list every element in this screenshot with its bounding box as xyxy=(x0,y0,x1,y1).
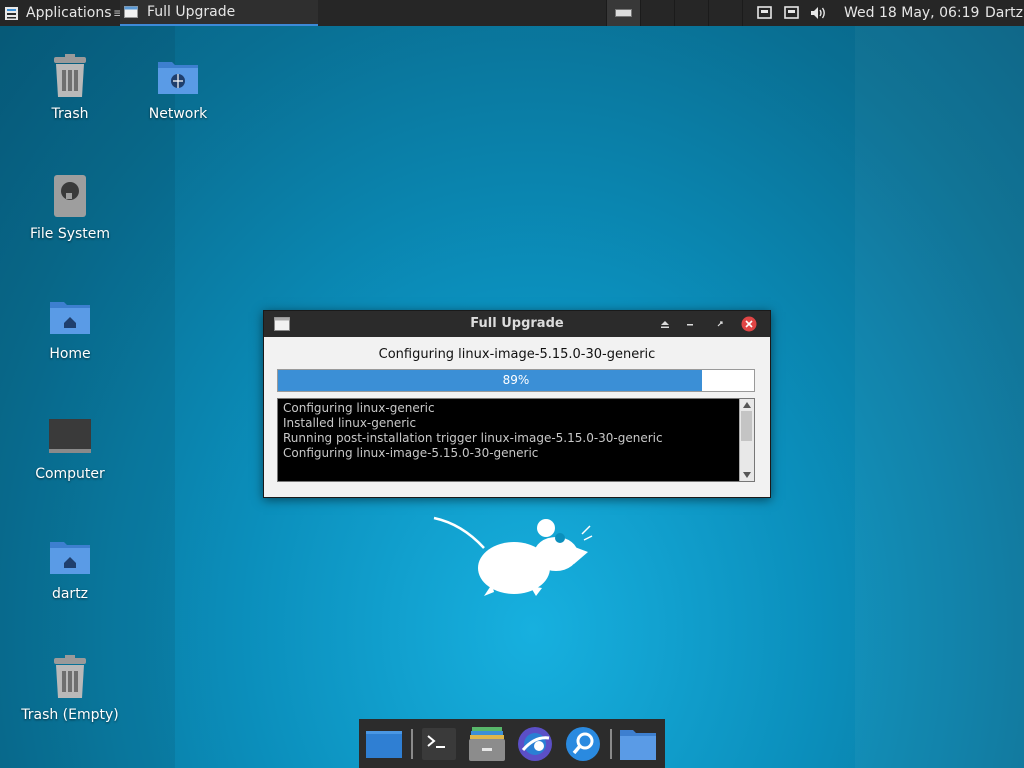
trash-icon xyxy=(48,653,92,701)
log-line: Installed linux-generic xyxy=(283,416,417,430)
taskbar-button-full-upgrade[interactable]: Full Upgrade xyxy=(120,0,318,26)
desktop-icon-dartz[interactable]: dartz xyxy=(15,532,125,602)
workspace-window-preview xyxy=(615,9,632,17)
home-folder-icon xyxy=(48,532,92,580)
dock-separator xyxy=(411,729,413,759)
taskbar-button-label: Full Upgrade xyxy=(147,4,236,20)
log-line: Configuring linux-generic xyxy=(283,401,435,415)
top-panel: Applications ≡ Full Upgrade Wed 18 May, … xyxy=(0,0,1024,26)
drive-icon xyxy=(48,172,92,220)
desktop-icon-label: Home xyxy=(49,346,91,362)
full-upgrade-dialog: Full Upgrade Configuring linux-image-5.1… xyxy=(263,310,771,498)
upgrade-log-output[interactable]: Configuring linux-generic Installed linu… xyxy=(277,398,755,482)
desktop-icon-label: Trash xyxy=(51,106,89,122)
desktop-icon-label: File System xyxy=(29,226,111,242)
close-button[interactable] xyxy=(741,316,757,332)
home-folder-icon xyxy=(48,292,92,340)
shade-icon xyxy=(661,321,669,328)
applications-menu-label: Applications xyxy=(26,5,112,21)
desktop-icon-computer[interactable]: Computer xyxy=(15,412,125,482)
log-line: Running post-installation trigger linux-… xyxy=(283,431,663,445)
progress-label: 89% xyxy=(502,373,530,387)
dock-terminal[interactable] xyxy=(420,725,458,763)
xfce-mouse-logo xyxy=(433,516,593,596)
network-wired-icon[interactable] xyxy=(757,0,772,26)
upgrade-status-text: Configuring linux-image-5.15.0-30-generi… xyxy=(378,347,656,362)
maximize-button[interactable] xyxy=(712,316,728,332)
shade-button[interactable] xyxy=(657,316,673,332)
desktop-icon-file-system[interactable]: File System xyxy=(15,172,125,242)
upgrade-progress-bar: 89% xyxy=(277,369,755,392)
monitor-icon xyxy=(48,412,92,460)
trash-icon xyxy=(48,52,92,100)
desktop-icon-network[interactable]: Network xyxy=(123,52,233,122)
network-wired-icon[interactable] xyxy=(784,0,799,26)
desktop-icon-label: dartz xyxy=(51,586,89,602)
applications-menu-icon xyxy=(5,6,18,20)
log-lines: Configuring linux-generic Installed linu… xyxy=(283,401,663,461)
web-browser-icon xyxy=(518,727,552,761)
scroll-down-arrow-icon[interactable] xyxy=(743,472,751,478)
dock-web-browser[interactable] xyxy=(516,725,554,763)
network-folder-icon xyxy=(156,52,200,100)
minimize-icon xyxy=(687,324,693,326)
clock[interactable]: Wed 18 May, 06:19 xyxy=(844,0,979,26)
window-icon xyxy=(124,6,138,18)
dock xyxy=(359,719,665,768)
dialog-titlebar[interactable]: Full Upgrade xyxy=(264,311,770,337)
workspace-2[interactable] xyxy=(640,0,674,26)
workspace-4[interactable] xyxy=(708,0,743,26)
dock-show-desktop[interactable] xyxy=(365,725,403,763)
workspace-1[interactable] xyxy=(606,0,640,26)
file-manager-icon xyxy=(469,727,505,761)
desktop-icon-label: Network xyxy=(148,106,208,122)
desktop-icon-label: Trash (Empty) xyxy=(21,707,119,723)
minimize-button[interactable] xyxy=(682,316,698,332)
desktop-icon-trash-empty[interactable]: Trash (Empty) xyxy=(15,653,125,723)
folder-icon xyxy=(620,730,656,760)
terminal-icon xyxy=(422,728,456,760)
user-menu[interactable]: Dartz xyxy=(985,0,1023,26)
log-line: Configuring linux-image-5.15.0-30-generi… xyxy=(283,446,539,460)
dock-file-manager[interactable] xyxy=(468,725,506,763)
wallpaper-band xyxy=(855,26,1024,768)
desktop-icon-trash[interactable]: Trash xyxy=(15,52,125,122)
desktop-icon-label: Computer xyxy=(35,466,105,482)
search-icon xyxy=(566,727,600,761)
volume-icon[interactable] xyxy=(810,0,827,26)
desktop-icon-home[interactable]: Home xyxy=(15,292,125,362)
show-desktop-icon xyxy=(366,731,402,758)
applications-menu[interactable]: Applications xyxy=(4,0,112,26)
log-scrollbar[interactable] xyxy=(739,399,754,481)
dock-folder[interactable] xyxy=(619,725,657,763)
dock-search[interactable] xyxy=(564,725,602,763)
workspace-3[interactable] xyxy=(674,0,708,26)
maximize-icon xyxy=(717,321,723,327)
close-icon xyxy=(741,316,757,332)
scroll-up-arrow-icon[interactable] xyxy=(743,402,751,408)
dock-separator xyxy=(610,729,612,759)
scroll-thumb[interactable] xyxy=(741,411,752,441)
